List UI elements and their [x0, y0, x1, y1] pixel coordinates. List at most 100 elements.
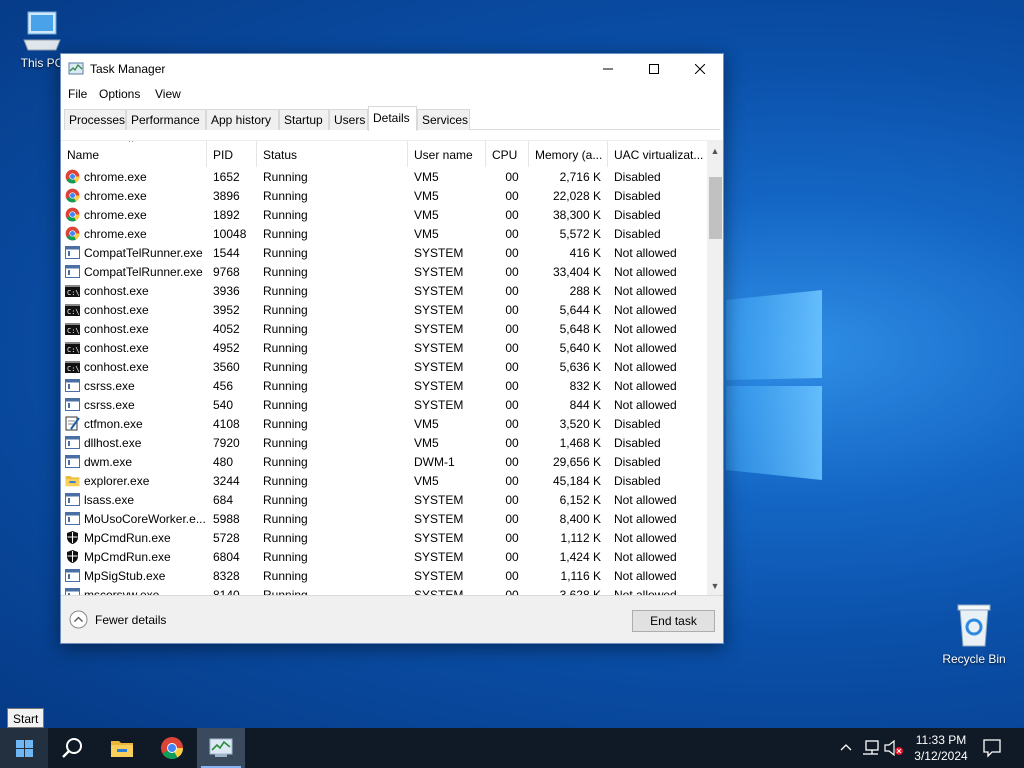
end-task-button[interactable]: End task	[632, 610, 715, 632]
scroll-down-icon[interactable]: ▼	[707, 578, 723, 594]
vertical-scrollbar[interactable]: ▲ ▼	[707, 141, 723, 595]
menu-view[interactable]: View	[155, 87, 181, 101]
status-cell: Running	[263, 379, 308, 393]
network-icon[interactable]	[862, 740, 880, 756]
table-row[interactable]: C:\ conhost.exe 4952 Running SYSTEM 00 5,640 K…	[61, 338, 707, 357]
user-name-cell: SYSTEM	[414, 322, 464, 336]
tab-services[interactable]: Services	[417, 109, 470, 130]
notification-center-icon[interactable]	[982, 738, 1002, 758]
user-name-cell: SYSTEM	[414, 303, 464, 317]
user-name-cell: VM5	[414, 189, 439, 203]
tab-details[interactable]: Details	[368, 106, 417, 131]
chrome-icon	[161, 737, 183, 759]
status-cell: Running	[263, 436, 308, 450]
column-header-user-name[interactable]: User name	[408, 141, 486, 167]
status-cell: Running	[263, 341, 308, 355]
console-icon: C:\	[65, 321, 80, 336]
process-name: dllhost.exe	[84, 435, 142, 450]
system-clock[interactable]: 11:33 PM 3/12/2024	[908, 732, 974, 764]
table-row[interactable]: ctfmon.exe 4108 Running VM5 00 3,520 K Disable…	[61, 414, 707, 433]
tab-processes[interactable]: Processes	[64, 109, 126, 130]
table-row[interactable]: dllhost.exe 7920 Running VM5 00 1,468 K Disabl…	[61, 433, 707, 452]
close-button[interactable]	[677, 54, 723, 84]
table-row[interactable]: C:\ conhost.exe 3936 Running SYSTEM 00 288 K No…	[61, 281, 707, 300]
application-window-icon	[65, 568, 80, 583]
process-name: CompatTelRunner.exe	[84, 264, 203, 279]
user-name-cell: DWM-1	[414, 455, 455, 469]
taskbar-file-explorer[interactable]	[98, 728, 146, 768]
user-name-cell: VM5	[414, 417, 439, 431]
uac-virtualization-cell: Not allowed	[614, 360, 677, 374]
tab-startup[interactable]: Startup	[279, 109, 329, 130]
start-button[interactable]	[0, 728, 48, 768]
svg-text:C:\: C:\	[67, 289, 80, 297]
uac-virtualization-cell: Not allowed	[614, 588, 677, 595]
application-window-icon	[65, 435, 80, 450]
table-row[interactable]: CompatTelRunner.exe 1544 Running SYSTEM 00 41…	[61, 243, 707, 262]
application-window-icon	[65, 378, 80, 393]
table-row[interactable]: explorer.exe 3244 Running VM5 00 45,184 K Disa…	[61, 471, 707, 490]
table-row[interactable]: MpSigStub.exe 8328 Running SYSTEM 00 1,116 K N…	[61, 566, 707, 585]
table-row[interactable]: chrome.exe 3896 Running VM5 00 22,028 K Disabl…	[61, 186, 707, 205]
scroll-up-icon[interactable]: ▲	[707, 143, 723, 159]
volume-muted-icon[interactable]	[884, 740, 904, 756]
table-row[interactable]: chrome.exe 10048 Running VM5 00 5,572 K Disabl…	[61, 224, 707, 243]
cpu-cell: 00	[505, 246, 519, 260]
table-row[interactable]: chrome.exe 1652 Running VM5 00 2,716 K Disable…	[61, 167, 707, 186]
memory-cell: 5,640 K	[559, 341, 601, 355]
minimize-button[interactable]	[585, 54, 631, 84]
column-header-status[interactable]: Status	[257, 141, 408, 167]
tab-users[interactable]: Users	[329, 109, 368, 130]
status-cell: Running	[263, 322, 308, 336]
uac-virtualization-cell: Not allowed	[614, 512, 677, 526]
window-title: Task Manager	[90, 62, 166, 76]
table-row[interactable]: CompatTelRunner.exe 9768 Running SYSTEM 00 33…	[61, 262, 707, 281]
title-bar[interactable]: Task Manager	[61, 54, 723, 84]
maximize-button[interactable]	[631, 54, 677, 84]
process-name-cell: chrome.exe	[65, 167, 207, 186]
taskbar-chrome[interactable]	[148, 728, 196, 768]
table-row[interactable]: dwm.exe 480 Running DWM-1 00 29,656 K Disabled	[61, 452, 707, 471]
cpu-cell: 00	[505, 474, 519, 488]
grid-header: ^ Name PID Status User name CPU Memory (…	[61, 141, 707, 167]
table-row[interactable]: csrss.exe 540 Running SYSTEM 00 844 K Not allo…	[61, 395, 707, 414]
tab-app-history[interactable]: App history	[206, 109, 279, 130]
table-row[interactable]: csrss.exe 456 Running SYSTEM 00 832 K Not allo…	[61, 376, 707, 395]
process-name-cell: lsass.exe	[65, 490, 207, 509]
tab-performance[interactable]: Performance	[126, 109, 206, 130]
table-row[interactable]: C:\ conhost.exe 3560 Running SYSTEM 00 5,636 K…	[61, 357, 707, 376]
pid-cell: 9768	[213, 265, 240, 279]
desktop-icon-recycle-bin[interactable]: Recycle Bin	[938, 602, 1010, 666]
table-row[interactable]: MoUsoCoreWorker.e... 5988 Running SYSTEM 00 8…	[61, 509, 707, 528]
svg-text:C:\: C:\	[67, 365, 80, 373]
process-name-cell: C:\ conhost.exe	[65, 338, 207, 357]
fewer-details-button[interactable]: Fewer details	[69, 610, 166, 629]
menu-options[interactable]: Options	[99, 87, 140, 101]
status-cell: Running	[263, 588, 308, 595]
column-header-uac-virtualization[interactable]: UAC virtualizat...	[608, 141, 707, 167]
status-cell: Running	[263, 550, 308, 564]
table-row[interactable]: chrome.exe 1892 Running VM5 00 38,300 K Disabl…	[61, 205, 707, 224]
column-header-cpu[interactable]: CPU	[486, 141, 529, 167]
memory-cell: 6,152 K	[559, 493, 601, 507]
application-window-icon	[65, 511, 80, 526]
table-row[interactable]: MpCmdRun.exe 5728 Running SYSTEM 00 1,112 K No…	[61, 528, 707, 547]
process-name-cell: C:\ conhost.exe	[65, 281, 207, 300]
table-row[interactable]: MpCmdRun.exe 6804 Running SYSTEM 00 1,424 K No…	[61, 547, 707, 566]
uac-virtualization-cell: Disabled	[614, 170, 661, 184]
table-row[interactable]: lsass.exe 684 Running SYSTEM 00 6,152 K Not al…	[61, 490, 707, 509]
column-header-name[interactable]: ^ Name	[61, 141, 207, 167]
column-header-pid[interactable]: PID	[207, 141, 257, 167]
table-row[interactable]: C:\ conhost.exe 3952 Running SYSTEM 00 5,644 K…	[61, 300, 707, 319]
recycle-bin-icon	[957, 604, 991, 647]
process-name: conhost.exe	[84, 283, 149, 298]
chevron-up-icon[interactable]	[840, 742, 852, 752]
scrollbar-thumb[interactable]	[709, 177, 722, 239]
table-row[interactable]: mscorsvw.exe 8140 Running SYSTEM 00 3,628 K No…	[61, 585, 707, 595]
menu-file[interactable]: File	[68, 87, 87, 101]
column-header-memory[interactable]: Memory (a...	[529, 141, 608, 167]
taskbar-task-manager[interactable]	[197, 728, 245, 768]
search-button[interactable]	[48, 728, 96, 768]
table-row[interactable]: C:\ conhost.exe 4052 Running SYSTEM 00 5,648 K…	[61, 319, 707, 338]
user-name-cell: SYSTEM	[414, 379, 464, 393]
